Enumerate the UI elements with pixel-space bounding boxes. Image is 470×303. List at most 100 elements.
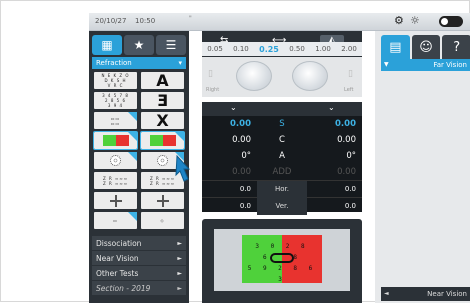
test-cross-left[interactable] (94, 192, 137, 209)
test-letters-small[interactable]: N E K Z OD K S HV R C (94, 72, 137, 89)
right-sphere-value: 0.00 (230, 119, 251, 129)
chevron-down-icon: ▼ (384, 61, 389, 68)
test-letter-e[interactable]: Ǝ (141, 91, 184, 110)
tab-grid[interactable]: ▦ (92, 35, 122, 55)
test-extra-left[interactable]: ▭ (94, 212, 137, 229)
lock-icon[interactable]: ▯ (348, 69, 353, 79)
corner-marker-icon (128, 152, 137, 161)
menu-item-label: Section - 2019 (96, 284, 151, 293)
arrow-right-icon: ► (177, 255, 182, 262)
menu-item-other-tests[interactable]: Other Tests ► (92, 266, 186, 281)
test-extra-right[interactable]: ◇ (141, 212, 184, 229)
tab-help[interactable]: ? (442, 35, 470, 59)
test-red-green-right[interactable] (140, 131, 185, 150)
row-label: ADD (272, 167, 292, 177)
step-option[interactable]: 2.00 (341, 45, 357, 53)
step-option[interactable]: 1.00 (315, 45, 331, 53)
status-date: 20/10/27 (95, 17, 127, 25)
section-title: Refraction (96, 59, 132, 67)
left-add-value: 0.00 (337, 167, 356, 177)
left-ver-value: 0.0 (344, 202, 356, 210)
far-vision-header[interactable]: ▼ Far Vision (381, 59, 470, 71)
power-toggle[interactable] (439, 16, 463, 27)
right-axis-value: 0° (241, 151, 251, 161)
menu-item-dissociation[interactable]: Dissociation ► (92, 236, 186, 251)
table-header: ⌄ ⌄ (202, 102, 362, 116)
row-label: Hor. (257, 180, 307, 198)
lock-icon[interactable]: ▯ (208, 69, 213, 79)
test-dots-left[interactable] (94, 152, 137, 169)
right-ver-value: 0.0 (239, 202, 251, 210)
step-selector: 0.05 0.10 0.25 0.50 1.00 2.00 (202, 42, 362, 56)
left-axis-value: 0° (346, 151, 356, 161)
table-row-cylinder[interactable]: 0.00 C 0.00 (202, 132, 362, 148)
arrow-right-icon: ► (177, 285, 182, 292)
test-red-green-left[interactable] (93, 131, 138, 150)
letter-x: X (156, 111, 169, 130)
tab-patient-history[interactable]: ☺ (411, 35, 441, 59)
test-butterfly[interactable]: X (141, 111, 184, 130)
menu-item-label: Dissociation (96, 239, 142, 248)
table-row-add[interactable]: 0.00 ADD 0.00 (202, 164, 362, 180)
star-icon: ★ (133, 38, 145, 52)
table-row-sphere[interactable]: 0.00 S 0.00 (202, 116, 362, 132)
test-category-menu: Dissociation ► Near Vision ► Other Tests ► … (92, 236, 186, 296)
test-letter-a[interactable]: A (141, 71, 184, 90)
menu-item-label: Other Tests (96, 269, 139, 278)
chart-screen[interactable]: 3 0 2 86 85 9 2 8 6 3 (214, 229, 350, 291)
step-option-active[interactable]: 0.25 (259, 45, 279, 54)
row-label: A (279, 151, 285, 161)
left-sphere-value: 0.00 (335, 119, 356, 129)
grid-icon: ▦ (101, 38, 113, 52)
menu-item-near-vision[interactable]: Near Vision ► (92, 251, 186, 266)
test-grid: N E K Z OD K S HV R C A 3 4 5 7 82 8 5 6… (93, 71, 185, 232)
history-panel: ▤ ☺ ? ▼ Far Vision ◄ Near Vision (375, 31, 470, 303)
test-lines-left[interactable]: Z R ≈≈≈ Z R ≈≈≈ (94, 172, 137, 189)
tab-list[interactable]: ☰ (156, 35, 186, 55)
row-label: C (279, 135, 285, 145)
step-option[interactable]: 0.05 (207, 45, 223, 53)
test-cross-right[interactable] (141, 192, 184, 209)
left-cylinder-value: 0.00 (337, 135, 356, 145)
tab-favorites[interactable]: ★ (124, 35, 154, 55)
row-label: Ver. (257, 197, 307, 215)
status-bar: 20/10/27 10:50 " ⚙ ☼ (89, 13, 470, 31)
gear-icon[interactable]: ⚙ (394, 14, 404, 27)
history-tabs: ▤ ☺ ? (381, 35, 470, 59)
corner-marker-icon (128, 112, 137, 121)
status-tick: " (189, 15, 192, 22)
help-icon: ? (453, 39, 461, 55)
letter-e: Ǝ (157, 91, 168, 110)
status-time: 10:50 (135, 17, 156, 25)
app-frame: 20/10/27 10:50 " ⚙ ☼ ▦ ★ ☰ Refraction ▾ … (0, 0, 470, 303)
step-option[interactable]: 0.10 (233, 45, 249, 53)
arrow-right-icon: ► (177, 240, 182, 247)
table-row-prism-hor[interactable]: 0.0 Hor. 0.0 (202, 180, 362, 198)
left-eye-label: Left (344, 87, 354, 93)
near-vision-label: Near Vision (427, 290, 467, 298)
letter-a: A (156, 71, 169, 90)
section-header[interactable]: Refraction ▾ (92, 57, 186, 69)
table-row-axis[interactable]: 0° A 0° (202, 148, 362, 164)
menu-item-section[interactable]: Section - 2019 ► (92, 281, 186, 296)
refraction-table: ⌄ ⌄ 0.00 S 0.00 0.00 C 0.00 0° A 0° 0.00… (202, 102, 362, 215)
left-hor-value: 0.0 (344, 185, 356, 193)
list-icon: ☰ (165, 38, 177, 52)
corner-marker-icon (128, 212, 137, 221)
right-lens[interactable] (236, 61, 272, 91)
oval-marker (270, 253, 294, 263)
chevron-down-icon[interactable]: ⌄ (328, 103, 335, 112)
hand-pointer-icon (175, 154, 191, 182)
table-row-prism-ver[interactable]: 0.0 Ver. 0.0 (202, 197, 362, 215)
test-numbers-small[interactable]: 3 4 5 7 82 8 5 63 9 4 (94, 92, 137, 109)
tab-documents[interactable]: ▤ (381, 35, 410, 59)
corner-marker-icon (175, 132, 184, 141)
step-option[interactable]: 0.50 (289, 45, 305, 53)
chevron-down-icon[interactable]: ⌄ (230, 103, 237, 112)
chevron-down-icon: ▾ (178, 59, 182, 67)
light-icon[interactable]: ☼ (410, 14, 420, 27)
left-lens[interactable] (292, 61, 328, 91)
menu-item-label: Near Vision (96, 254, 139, 263)
near-vision-footer[interactable]: ◄ Near Vision (381, 287, 470, 301)
test-picture[interactable]: ▭▭ ▭▭ (94, 112, 137, 129)
